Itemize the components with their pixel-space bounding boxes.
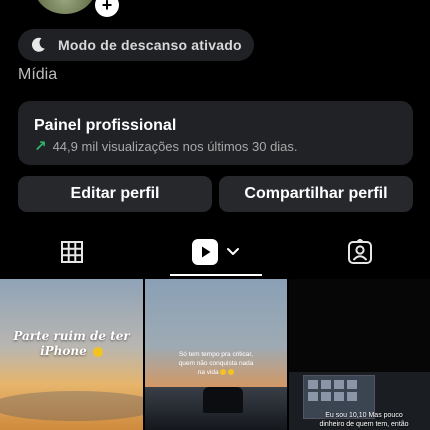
edit-profile-button[interactable]: Editar perfil — [18, 176, 212, 212]
reel-caption-line: Eu sou 10,10 Mas pouco — [325, 412, 403, 419]
grid-icon — [61, 241, 83, 263]
jetski-silhouette — [203, 387, 243, 413]
moon-icon — [31, 37, 45, 52]
profile-tabs — [0, 228, 430, 276]
emoji-icon — [92, 346, 103, 357]
chevron-down-icon — [227, 248, 239, 255]
reels-play-icon — [192, 239, 218, 265]
professional-dashboard-card[interactable]: Painel profissional ↗ 44,9 mil visualiza… — [18, 101, 413, 165]
reel-thumbnail[interactable]: Eu sou 10,10 Mas pouco dinheiro de quem … — [289, 279, 430, 430]
emoji-icon — [228, 368, 235, 375]
reel-caption-line: quem não conquista nada — [178, 359, 254, 367]
add-story-plus-icon[interactable]: + — [92, 0, 122, 20]
profile-avatar[interactable] — [34, 0, 96, 14]
rest-mode-label: Modo de descanso ativado — [58, 37, 242, 53]
views-stat-text: 44,9 mil visualizações nos últimos 30 di… — [52, 138, 298, 154]
share-profile-button[interactable]: Compartilhar perfil — [219, 176, 413, 212]
thumbnail-background — [0, 391, 143, 421]
emoji-icon — [220, 368, 227, 375]
tab-tagged[interactable] — [328, 228, 392, 276]
tab-posts-grid[interactable] — [40, 228, 104, 276]
reel-thumbnail[interactable]: Só tem tempo pra criticar, quem não conq… — [145, 279, 287, 430]
professional-dashboard-title: Painel profissional — [34, 117, 177, 134]
tagged-person-icon — [348, 239, 372, 264]
category-label: Mídia — [18, 66, 58, 83]
reel-caption-line: iPhone — [40, 344, 87, 358]
tab-reels[interactable] — [170, 228, 262, 276]
reel-caption-line: Só tem tempo pra criticar, — [178, 351, 254, 358]
reel-caption: Eu sou 10,10 Mas pouco dinheiro de quem … — [309, 411, 419, 429]
reel-caption-line: na vida — [197, 368, 219, 376]
reel-thumbnail[interactable]: Parte ruim de ter iPhone — [0, 279, 143, 430]
professional-dashboard-stats: ↗ 44,9 mil visualizações nos últimos 30 … — [34, 137, 298, 155]
reel-caption: Só tem tempo pra criticar, quem não conq… — [155, 351, 277, 377]
trend-up-icon: ↗ — [34, 138, 47, 155]
reel-caption-line: dinheiro de quem tem, então — [319, 421, 409, 429]
reel-caption: Parte ruim de ter iPhone — [6, 329, 137, 359]
rest-mode-badge[interactable]: Modo de descanso ativado — [18, 29, 254, 61]
reel-caption-line: Parte ruim de ter — [13, 329, 130, 343]
active-tab-indicator — [170, 274, 262, 276]
